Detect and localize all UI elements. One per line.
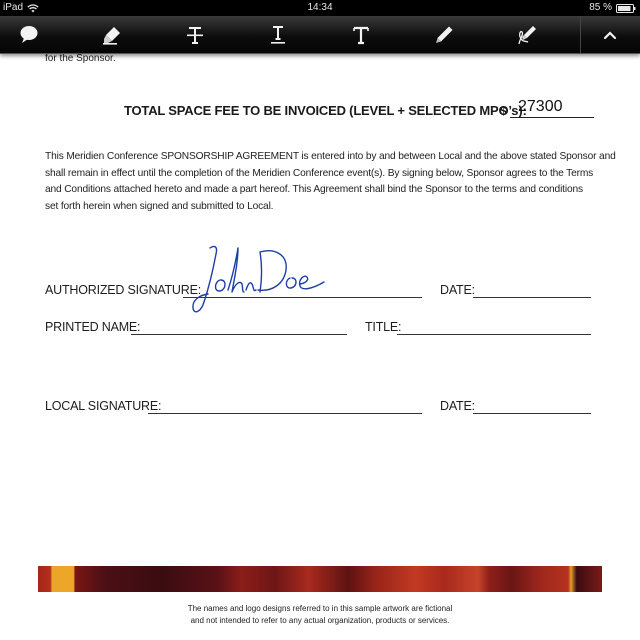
fee-currency: $: [500, 104, 507, 118]
status-bar: iPad 14:34 85 %: [0, 0, 640, 16]
printed-name-line[interactable]: [131, 334, 347, 335]
fee-value-field[interactable]: 27300: [518, 98, 563, 116]
document-page: for the Sponsor. TOTAL SPACE FEE TO BE I…: [0, 0, 640, 640]
authorized-signature-label: AUTHORIZED SIGNATURE:: [45, 283, 201, 297]
total-fee-label: TOTAL SPACE FEE TO BE INVOICED (LEVEL + …: [124, 103, 527, 118]
battery-icon: [616, 3, 636, 13]
pen-icon: [434, 25, 454, 45]
agreement-line: shall remain in effect until the complet…: [45, 167, 594, 179]
date-field-line[interactable]: [473, 297, 591, 298]
printed-name-label: PRINTED NAME:: [45, 320, 141, 334]
agreement-paragraph: This Meridien Conference SPONSORSHIP AGR…: [45, 149, 616, 215]
agreement-line: and Conditions attached hereto and made …: [45, 184, 583, 195]
collapse-toolbar-button[interactable]: [590, 16, 630, 53]
chevron-up-icon: [603, 30, 617, 40]
title-label: TITLE:: [365, 320, 402, 334]
title-field-line[interactable]: [397, 334, 591, 335]
comment-tool-button[interactable]: [9, 16, 49, 53]
toolbar-divider: [580, 16, 581, 53]
strikethrough-t-icon: [185, 25, 205, 45]
highlight-tool-button[interactable]: [92, 16, 132, 53]
footer-line: The names and logo designs referred to i…: [187, 604, 453, 613]
footer-line: and not intended to refer to any actual …: [190, 616, 450, 625]
date-label: DATE:: [440, 283, 475, 297]
decorative-color-band: [38, 566, 602, 592]
agreement-line: This Meridien Conference SPONSORSHIP AGR…: [45, 151, 616, 162]
local-signature-label: LOCAL SIGNATURE:: [45, 399, 162, 413]
status-time: 14:34: [307, 2, 333, 13]
local-signature-line[interactable]: [148, 413, 422, 414]
underline-t-icon: [268, 25, 288, 45]
intro-text-tail: for the Sponsor.: [45, 53, 116, 64]
date-field-line[interactable]: [473, 413, 591, 414]
underline-tool-button[interactable]: [258, 16, 298, 53]
battery-percent: 85 %: [589, 2, 612, 13]
strikethrough-tool-button[interactable]: [175, 16, 215, 53]
handwritten-signature[interactable]: [190, 240, 340, 320]
date-label: DATE:: [440, 399, 475, 413]
text-tool-button[interactable]: [341, 16, 381, 53]
annotation-toolbar: [0, 16, 640, 54]
signature-tool-button[interactable]: [507, 16, 547, 53]
footer-disclaimer: The names and logo designs referred to i…: [0, 603, 640, 627]
agreement-line: set forth herein when signed and submitt…: [45, 200, 274, 212]
pen-tool-button[interactable]: [424, 16, 464, 53]
fountain-pen-signature-icon: [516, 24, 538, 46]
text-t-icon: [351, 25, 371, 45]
fee-underline: [510, 117, 594, 118]
speech-bubble-icon: [19, 25, 39, 44]
highlighter-icon: [102, 25, 122, 45]
